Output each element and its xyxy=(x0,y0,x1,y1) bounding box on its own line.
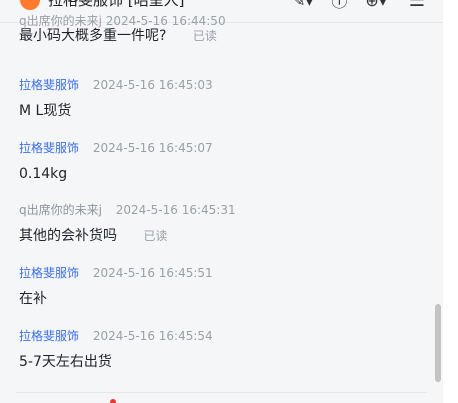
timestamp: 2024-5-16 16:45:54 xyxy=(92,329,213,343)
message: 拉格斐服饰 2024-5-16 16:45:51 在补 xyxy=(19,265,213,309)
message-content: 在补 xyxy=(19,289,213,309)
shop-avatar[interactable] xyxy=(20,0,40,10)
toolbar-indicator-icon[interactable] xyxy=(110,399,116,403)
sender-name[interactable]: 拉格斐服饰 xyxy=(19,329,79,343)
message-text[interactable]: 在补 xyxy=(19,291,47,307)
read-status: 已读 xyxy=(192,29,217,43)
message: 最小码大概多重一件呢? 已读 xyxy=(19,18,217,46)
sender-name[interactable]: q出席你的未来j xyxy=(19,203,102,217)
timestamp: 2024-5-16 16:45:07 xyxy=(92,141,213,155)
message-content: M L现货 xyxy=(19,101,213,121)
message-meta: q出席你的未来j 2024-5-16 16:45:31 xyxy=(19,202,236,218)
message-text[interactable]: 其他的会补货吗 xyxy=(19,228,117,244)
read-status: 已读 xyxy=(143,229,168,243)
message-meta: 拉格斐服饰 2024-5-16 16:45:51 xyxy=(19,265,213,281)
menu-icon[interactable]: ☰ xyxy=(409,0,425,11)
shop-title: 拉格斐服饰 [昭呈人] xyxy=(48,0,185,9)
header-toolbar: ✎▾ ⓘ ⊕▾ ☰ xyxy=(292,0,425,12)
input-divider xyxy=(16,392,427,393)
message-content: 其他的会补货吗 已读 xyxy=(19,226,236,246)
message-text[interactable]: 5-7天左右出货 xyxy=(19,354,112,370)
sender-name[interactable]: 拉格斐服饰 xyxy=(19,141,79,155)
info-icon[interactable]: ⓘ xyxy=(331,0,347,12)
message: 拉格斐服饰 2024-5-16 16:45:03 M L现货 xyxy=(19,77,213,121)
scrollbar-thumb[interactable] xyxy=(435,304,441,382)
message-text[interactable]: 0.14kg xyxy=(19,166,67,182)
message-content: 最小码大概多重一件呢? 已读 xyxy=(19,26,217,46)
timestamp: 2024-5-16 16:45:03 xyxy=(92,78,213,92)
sender-name[interactable]: 拉格斐服饰 xyxy=(19,266,79,280)
timestamp: 2024-5-16 16:45:31 xyxy=(115,203,236,217)
chat-area: 拉格斐服饰 [昭呈人] ✎▾ ⓘ ⊕▾ ☰ q出席你的未来j 2024-5-16… xyxy=(0,0,443,403)
message-text[interactable]: M L现货 xyxy=(19,103,71,119)
message-text[interactable]: 最小码大概多重一件呢? xyxy=(19,28,166,44)
message: 拉格斐服饰 2024-5-16 16:45:07 0.14kg xyxy=(19,140,213,184)
message-meta: 拉格斐服饰 2024-5-16 16:45:54 xyxy=(19,328,213,344)
sender-name[interactable]: 拉格斐服饰 xyxy=(19,78,79,92)
message-meta: 拉格斐服饰 2024-5-16 16:45:07 xyxy=(19,140,213,156)
add-icon[interactable]: ⊕▾ xyxy=(365,0,386,10)
message-content: 0.14kg xyxy=(19,164,213,184)
message: q出席你的未来j 2024-5-16 16:45:31 其他的会补货吗 已读 xyxy=(19,202,236,246)
message-content: 5-7天左右出货 xyxy=(19,352,213,372)
edit-icon[interactable]: ✎▾ xyxy=(292,0,313,10)
timestamp: 2024-5-16 16:45:51 xyxy=(92,266,213,280)
message-meta: 拉格斐服饰 2024-5-16 16:45:03 xyxy=(19,77,213,93)
message: 拉格斐服饰 2024-5-16 16:45:54 5-7天左右出货 xyxy=(19,328,213,372)
